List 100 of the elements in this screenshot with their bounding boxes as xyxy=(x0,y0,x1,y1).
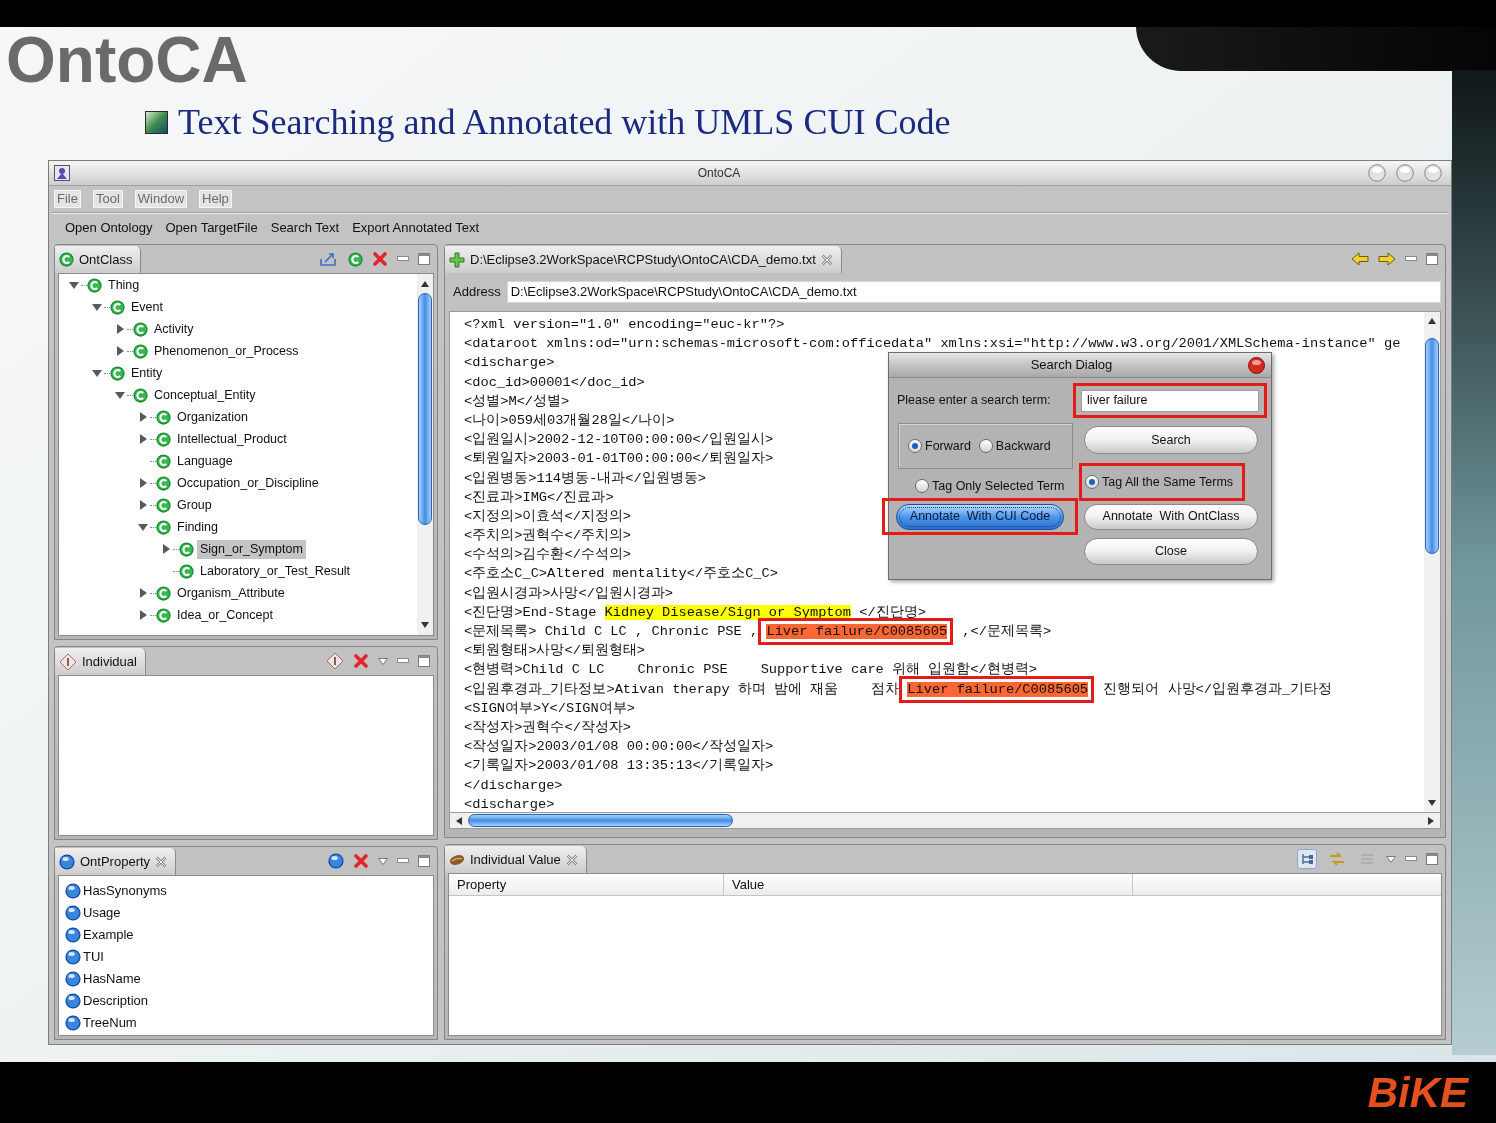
list-item[interactable]: HasSynonyms xyxy=(83,881,167,901)
highlighted-term[interactable]: Kidney Disease/Sign or Symptom xyxy=(604,604,851,620)
list-item[interactable]: Example xyxy=(83,925,134,945)
caret-right-icon[interactable] xyxy=(162,544,170,554)
delete-icon[interactable] xyxy=(353,653,369,669)
tree-item[interactable]: Organism_Attribute xyxy=(174,583,288,603)
menu-item[interactable]: File xyxy=(54,190,81,208)
view-menu-icon[interactable] xyxy=(378,657,388,665)
minimize-button[interactable] xyxy=(1368,164,1386,182)
close-icon[interactable] xyxy=(820,253,833,266)
caret-right-icon[interactable] xyxy=(139,500,147,510)
toolbar-button[interactable]: Export Annotated Text xyxy=(352,218,480,238)
scroll-up-icon[interactable] xyxy=(1428,318,1436,324)
radio-option[interactable]: Tag All the Same Terms xyxy=(1085,472,1234,492)
tree-item[interactable]: Occupation_or_Discipline xyxy=(174,473,322,493)
caret-down-icon[interactable] xyxy=(92,369,102,377)
radio-option[interactable]: Tag Only Selected Term xyxy=(915,476,1065,496)
list-item[interactable]: Description xyxy=(83,991,149,1011)
delete-icon[interactable] xyxy=(353,853,369,869)
minimize-icon[interactable] xyxy=(397,256,409,262)
scrollbar-thumb[interactable] xyxy=(1425,338,1439,554)
toolbar-button[interactable]: Open Ontology xyxy=(65,218,153,238)
address-field[interactable]: D:\Eclipse3.2WorkSpace\RCPStudy\OntoCA\CDA_demo.txt xyxy=(506,281,1441,303)
caret-right-icon[interactable] xyxy=(116,346,124,356)
list-item[interactable]: Usage xyxy=(83,903,121,923)
radio-option[interactable]: Backward xyxy=(978,436,1051,456)
list-item[interactable]: TUI xyxy=(83,947,104,967)
close-icon[interactable] xyxy=(155,855,168,868)
tree-item[interactable]: Laboratory_or_Test_Result xyxy=(197,561,354,581)
close-icon[interactable] xyxy=(1248,356,1265,374)
scroll-down-icon[interactable] xyxy=(421,622,429,628)
maximize-icon[interactable] xyxy=(1426,853,1438,865)
column-header[interactable]: Property xyxy=(449,874,724,895)
tree-item[interactable]: Phenomenon_or_Process xyxy=(151,341,302,361)
tree-item[interactable]: Entity xyxy=(128,363,166,383)
scroll-down-icon[interactable] xyxy=(1428,800,1436,806)
maximize-button[interactable] xyxy=(1396,164,1414,182)
menu-item[interactable]: Window xyxy=(134,190,188,208)
caret-down-icon[interactable] xyxy=(92,303,102,311)
toolbar-button[interactable]: Open TargetFile xyxy=(165,218,258,238)
view-menu-icon[interactable] xyxy=(378,857,388,865)
caret-right-icon[interactable] xyxy=(139,588,147,598)
toolbar-button[interactable]: Search Text xyxy=(270,218,340,238)
close-button[interactable] xyxy=(1424,164,1442,182)
horizontal-scrollbar[interactable] xyxy=(449,813,1441,829)
caret-down-icon[interactable] xyxy=(69,281,79,289)
tree-item[interactable]: Intellectual_Product xyxy=(174,429,290,449)
tree-item[interactable]: Thing xyxy=(105,275,143,295)
menu-item[interactable]: Tool xyxy=(92,190,123,208)
scrollbar-thumb[interactable] xyxy=(468,814,733,827)
dialog-button[interactable]: Annotate With CUI Code xyxy=(896,503,1064,530)
arrow-right-icon[interactable] xyxy=(1378,252,1396,266)
tree-item[interactable]: Group xyxy=(174,495,215,515)
highlighted-term[interactable]: Liver failure/C0085605 xyxy=(766,624,948,639)
maximize-icon[interactable] xyxy=(418,655,430,667)
maximize-icon[interactable] xyxy=(418,855,430,867)
caret-right-icon[interactable] xyxy=(139,434,147,444)
panel-tab[interactable]: D:\Eclipse3.2WorkSpace\RCPStudy\OntoCA\CDA_demo.txt xyxy=(445,246,842,273)
maximize-icon[interactable] xyxy=(1426,253,1438,265)
minimize-icon[interactable] xyxy=(397,858,409,864)
list-item[interactable]: TreeNum xyxy=(83,1013,137,1033)
tree-item[interactable]: Finding xyxy=(174,517,221,537)
view-menu-icon[interactable] xyxy=(1386,855,1396,863)
close-icon[interactable] xyxy=(565,853,578,866)
menu-item[interactable]: Help xyxy=(199,190,232,208)
export-icon[interactable] xyxy=(319,251,339,267)
scrollbar-thumb[interactable] xyxy=(418,293,432,525)
search-field[interactable]: liver failure xyxy=(1081,389,1259,412)
list-item[interactable]: HasName xyxy=(83,969,141,989)
sphere-icon[interactable] xyxy=(328,853,344,869)
radio-option[interactable]: Forward xyxy=(908,436,971,456)
dialog-button[interactable]: Search xyxy=(1084,426,1258,454)
vertical-scrollbar[interactable] xyxy=(1424,312,1440,812)
caret-down-icon[interactable] xyxy=(138,523,148,531)
minimize-icon[interactable] xyxy=(1405,856,1417,862)
tree-item[interactable]: Event xyxy=(128,297,166,317)
scroll-right-icon[interactable] xyxy=(1428,816,1434,825)
dialog-button[interactable]: Close xyxy=(1084,538,1258,565)
tree-item[interactable]: Idea_or_Concept xyxy=(174,605,276,625)
tree-item[interactable]: Activity xyxy=(151,319,197,339)
view-button[interactable] xyxy=(1297,849,1317,869)
scroll-up-icon[interactable] xyxy=(421,281,429,287)
minimize-icon[interactable] xyxy=(1405,256,1417,262)
caret-right-icon[interactable] xyxy=(139,610,147,620)
vertical-scrollbar[interactable] xyxy=(417,274,433,635)
caret-down-icon[interactable] xyxy=(115,391,125,399)
minimize-icon[interactable] xyxy=(397,658,409,664)
panel-tab[interactable]: OntProperty xyxy=(55,848,177,875)
arrow-left-icon[interactable] xyxy=(1351,252,1369,266)
panel-tab[interactable]: Individual xyxy=(55,648,146,675)
tree-item[interactable]: Conceptual_Entity xyxy=(151,385,259,405)
tree-item[interactable]: Sign_or_Symptom xyxy=(197,539,306,559)
caret-right-icon[interactable] xyxy=(116,324,124,334)
tree-item[interactable]: Organization xyxy=(174,407,251,427)
diamond-icon[interactable] xyxy=(326,652,344,670)
scroll-left-icon[interactable] xyxy=(456,816,462,825)
panel-tab[interactable]: Individual Value xyxy=(445,846,587,873)
caret-right-icon[interactable] xyxy=(139,478,147,488)
column-header[interactable]: Value xyxy=(724,874,1133,895)
maximize-icon[interactable] xyxy=(418,253,430,265)
